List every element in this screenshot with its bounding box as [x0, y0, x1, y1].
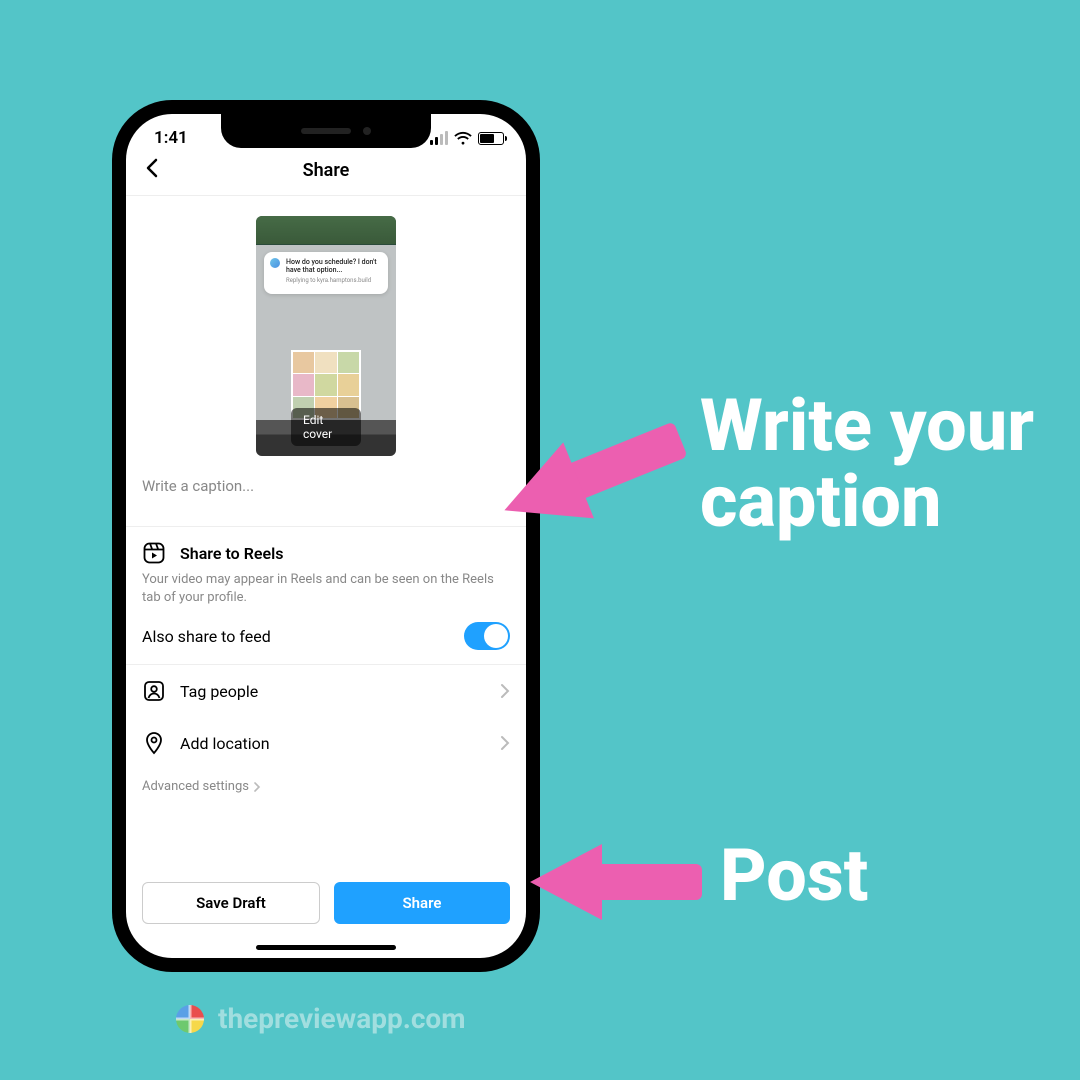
cover-bubble-reply: Replying to kyra.hamptons.build: [286, 277, 380, 284]
annotation-arrow-caption: [486, 416, 696, 526]
caption-placeholder: Write a caption...: [142, 477, 254, 495]
annotation-post-label: Post: [720, 838, 868, 914]
phone-notch: [221, 114, 431, 148]
brand-footer: thepreviewapp.com: [176, 1002, 466, 1035]
share-to-reels-label: Share to Reels: [180, 544, 283, 563]
status-time: 1:41: [154, 128, 188, 148]
footer-buttons: Save Draft Share: [126, 882, 526, 924]
share-button[interactable]: Share: [334, 882, 510, 924]
content-area: How do you schedule? I don't have that o…: [126, 196, 526, 804]
location-pin-icon: [142, 731, 166, 755]
status-indicators: [430, 131, 504, 145]
chevron-right-icon: [253, 781, 261, 793]
chevron-left-icon: [144, 158, 158, 178]
share-to-reels-desc: Your video may appear in Reels and can b…: [142, 571, 510, 606]
reels-icon: [142, 541, 166, 565]
also-share-feed-toggle[interactable]: [464, 622, 510, 650]
cover-bubble-question: How do you schedule? I don't have that o…: [286, 258, 380, 275]
person-tag-icon: [142, 679, 166, 703]
annotation-arrow-post: [522, 830, 712, 930]
wifi-icon: [454, 132, 472, 145]
cover-preview[interactable]: How do you schedule? I don't have that o…: [256, 216, 396, 456]
back-button[interactable]: [144, 158, 158, 182]
save-draft-button[interactable]: Save Draft: [142, 882, 320, 924]
tag-people-label: Tag people: [180, 682, 486, 701]
share-to-reels-section: Share to Reels Your video may appear in …: [126, 527, 526, 664]
add-location-row[interactable]: Add location: [126, 717, 526, 769]
advanced-settings-label: Advanced settings: [142, 779, 249, 794]
advanced-settings-link[interactable]: Advanced settings: [126, 769, 526, 804]
home-indicator[interactable]: [256, 945, 396, 950]
phone-screen: 1:41 Share How do you schedule? I don't …: [126, 114, 526, 958]
tag-people-row[interactable]: Tag people: [126, 665, 526, 717]
chevron-right-icon: [500, 735, 510, 751]
edit-cover-button[interactable]: Edit cover: [291, 408, 361, 446]
battery-icon: [478, 132, 504, 145]
chevron-right-icon: [500, 683, 510, 699]
page-title: Share: [303, 160, 350, 181]
nav-bar: Share: [126, 148, 526, 196]
annotation-caption-label: Write your caption: [700, 388, 1080, 539]
also-share-feed-label: Also share to feed: [142, 627, 271, 646]
phone-frame: 1:41 Share How do you schedule? I don't …: [112, 100, 540, 972]
add-location-label: Add location: [180, 734, 486, 753]
caption-input[interactable]: Write a caption...: [126, 466, 526, 526]
signal-icon: [430, 131, 448, 145]
brand-logo-icon: [176, 1005, 204, 1033]
brand-url: thepreviewapp.com: [218, 1002, 466, 1035]
